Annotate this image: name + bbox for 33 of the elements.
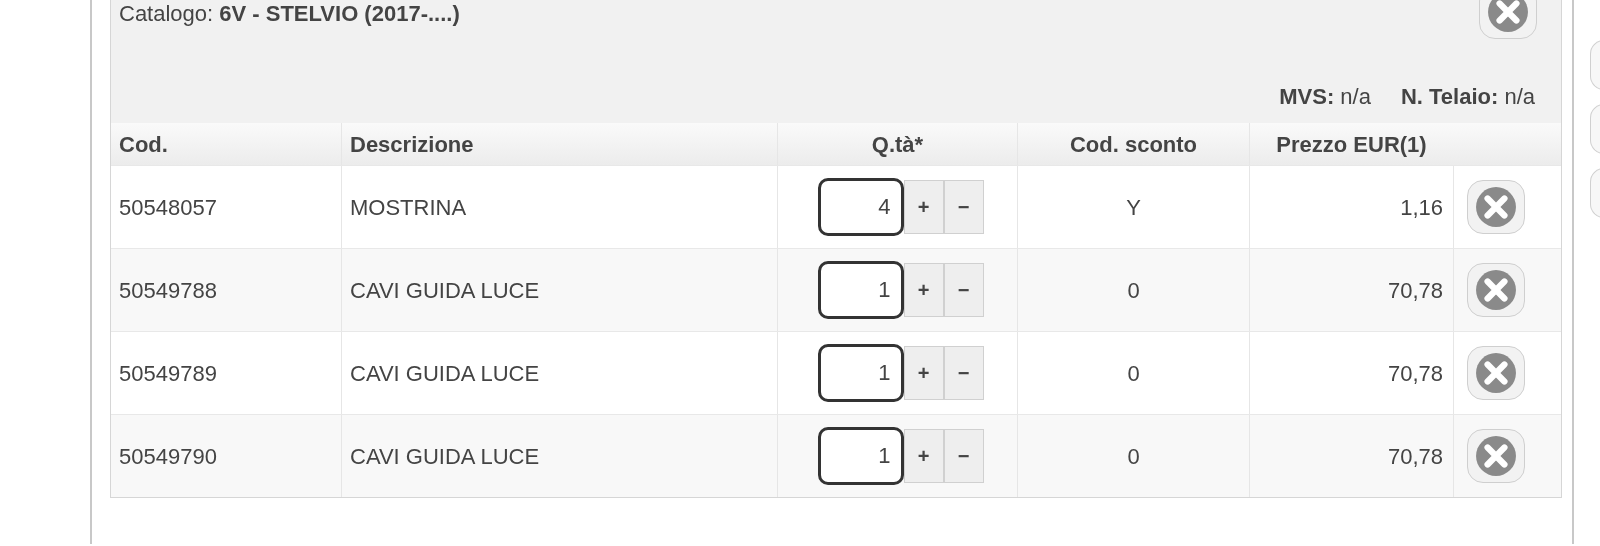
table-cell-text: 50548057 [118, 193, 218, 222]
quantity-field[interactable]: 1 [817, 344, 904, 402]
decrement-button[interactable]: − [943, 429, 984, 483]
close-icon [1474, 269, 1517, 311]
quantity-field[interactable]: 4 [817, 178, 904, 236]
table-cell: 0 [1017, 415, 1249, 497]
decrement-button[interactable]: − [943, 346, 984, 400]
close-icon [1474, 352, 1517, 394]
remove-button[interactable] [1466, 346, 1525, 400]
close-icon [1474, 186, 1517, 228]
increment-button[interactable]: + [903, 429, 944, 483]
quantity-field[interactable]: 1 [817, 427, 904, 485]
close-icon [1487, 0, 1529, 33]
remove-button[interactable] [1466, 263, 1525, 317]
table-cell-text: 50549790 [118, 442, 218, 471]
table-cell-text: 50549788 [118, 276, 218, 305]
column-header: Cod. [118, 130, 169, 159]
table-cell: 70,78 [1249, 415, 1453, 497]
vehicle-info: MVS: n/a [1279, 82, 1371, 111]
close-button[interactable] [1479, 0, 1537, 39]
catalog-label: Catalogo: 6V - STELVIO (2017-....) [119, 0, 460, 28]
decrement-button[interactable]: − [943, 180, 984, 234]
remove-button[interactable] [1466, 180, 1525, 234]
quantity-field[interactable]: 1 [817, 261, 904, 319]
decrement-button[interactable]: − [943, 263, 984, 317]
table-cell-text: 50549789 [118, 359, 218, 388]
close-icon [1474, 435, 1517, 477]
table-cell: CAVI GUIDA LUCE [341, 415, 777, 497]
increment-button[interactable]: + [903, 263, 944, 317]
increment-button[interactable]: + [903, 180, 944, 234]
increment-button[interactable]: + [903, 346, 944, 400]
vehicle-info: N. Telaio: n/a [1400, 82, 1535, 111]
remove-button[interactable] [1466, 429, 1525, 483]
